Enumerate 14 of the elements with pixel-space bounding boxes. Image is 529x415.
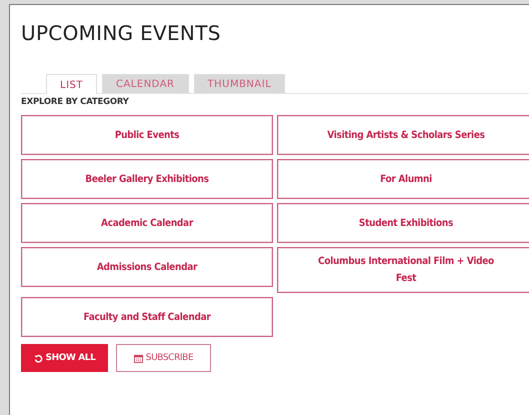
category-button[interactable]: Public Events <box>21 115 273 155</box>
view-tab[interactable]: LIST <box>46 74 97 94</box>
category-button[interactable]: For Alumni <box>277 159 529 199</box>
subscribe-button[interactable]: SUBSCRIBE <box>116 344 211 372</box>
category-button[interactable]: Columbus International Film + Video Fest <box>277 247 529 293</box>
section-label: EXPLORE BY CATEGORY <box>21 97 130 107</box>
category-button[interactable]: Student Exhibitions <box>277 203 529 243</box>
category-button[interactable]: Admissions Calendar <box>21 247 273 287</box>
category-button[interactable]: Visiting Artists & Scholars Series <box>277 115 529 155</box>
show-all-button[interactable]: SHOW ALL <box>21 344 108 372</box>
category-button[interactable]: Academic Calendar <box>21 203 273 243</box>
category-button[interactable]: Faculty and Staff Calendar <box>21 297 273 337</box>
category-button[interactable]: Beeler Gallery Exhibitions <box>21 159 273 199</box>
page-title: UPCOMING EVENTS <box>21 21 222 45</box>
